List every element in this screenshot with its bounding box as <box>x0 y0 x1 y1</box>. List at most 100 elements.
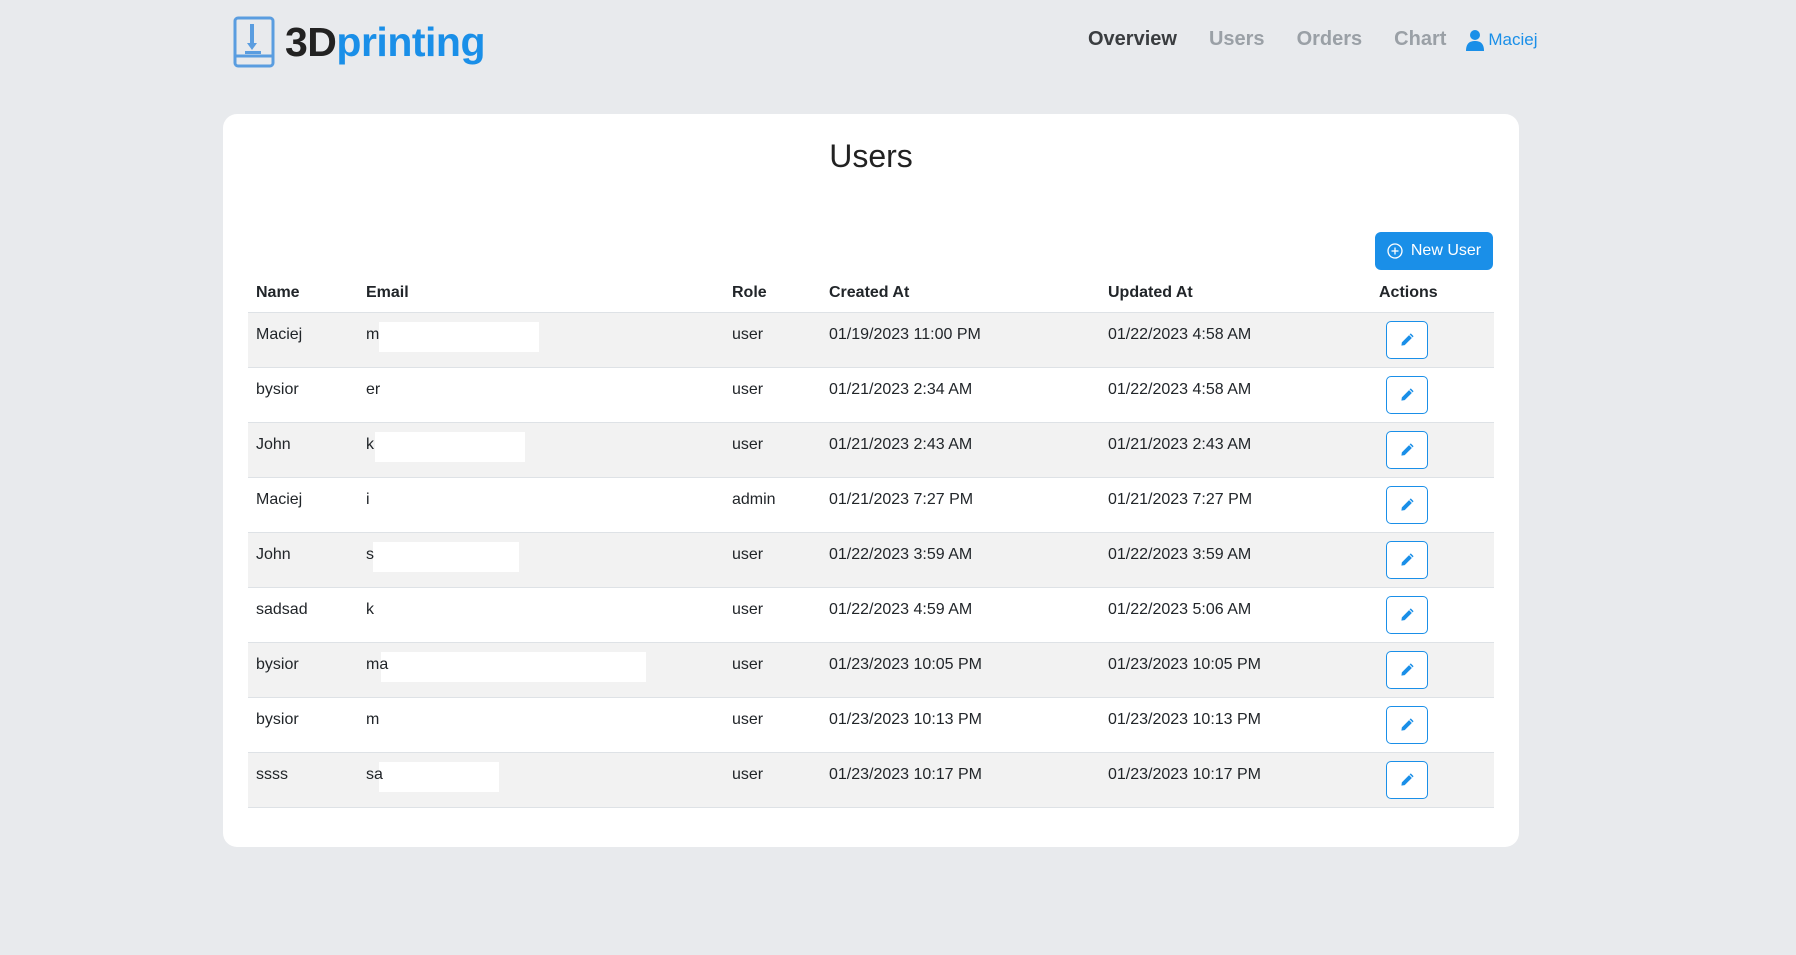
pencil-icon <box>1400 388 1414 401</box>
cell-name: bysior <box>248 697 358 753</box>
pencil-icon <box>1400 608 1414 621</box>
cell-created-at: 01/22/2023 3:59 AM <box>821 532 1100 588</box>
cell-name: John <box>248 532 358 588</box>
cell-updated-at: 01/22/2023 5:06 AM <box>1100 587 1379 643</box>
edit-user-button[interactable] <box>1386 650 1428 689</box>
cell-name: ssss <box>248 752 358 808</box>
email-text: m <box>366 325 380 343</box>
cell-created-at: 01/23/2023 10:17 PM <box>821 752 1100 808</box>
header-role: Role <box>724 274 821 313</box>
cell-email: s <box>358 532 724 588</box>
printer-logo-icon <box>233 16 275 68</box>
new-user-label: New User <box>1410 242 1482 259</box>
redaction-box <box>379 761 499 792</box>
cell-created-at: 01/21/2023 2:34 AM <box>821 367 1100 423</box>
cell-actions <box>1379 477 1494 533</box>
new-user-button[interactable]: New User <box>1375 232 1493 270</box>
edit-user-button[interactable] <box>1386 375 1428 414</box>
cell-name: bysior <box>248 367 358 423</box>
cell-name: Maciej <box>248 312 358 368</box>
plus-circle-icon <box>1387 243 1403 259</box>
table-row: John k user 01/21/2023 2:43 AM 01/21/2023 2:… <box>248 422 1494 478</box>
cell-actions <box>1379 642 1494 698</box>
redaction-box <box>379 321 539 352</box>
cell-actions <box>1379 587 1494 643</box>
email-text: k <box>366 435 374 453</box>
cell-role: user <box>724 642 821 698</box>
email-text: m <box>366 710 380 728</box>
cell-updated-at: 01/22/2023 3:59 AM <box>1100 532 1379 588</box>
cell-created-at: 01/22/2023 4:59 AM <box>821 587 1100 643</box>
user-name: Maciej <box>1488 29 1538 49</box>
nav-users[interactable]: Users <box>1209 28 1265 51</box>
cell-actions <box>1379 697 1494 753</box>
cell-actions <box>1379 752 1494 808</box>
edit-user-button[interactable] <box>1386 760 1428 799</box>
table-row: bysior er user 01/21/2023 2:34 AM 01/22/2023… <box>248 367 1494 423</box>
cell-email: ma <box>358 642 724 698</box>
edit-user-button[interactable] <box>1386 430 1428 469</box>
user-icon <box>1466 29 1485 51</box>
table-header-row: Name Email Role Created At Updated At Ac… <box>248 274 1494 313</box>
cell-updated-at: 01/23/2023 10:05 PM <box>1100 642 1379 698</box>
table-row: sadsad k user 01/22/2023 4:59 AM 01/22/2023 … <box>248 587 1494 643</box>
cell-updated-at: 01/21/2023 2:43 AM <box>1100 422 1379 478</box>
cell-role: user <box>724 532 821 588</box>
email-text: k <box>366 600 374 618</box>
header-name: Name <box>248 274 358 313</box>
redaction-box <box>375 596 545 627</box>
cell-updated-at: 01/21/2023 7:27 PM <box>1100 477 1379 533</box>
edit-user-button[interactable] <box>1386 540 1428 579</box>
cell-updated-at: 01/23/2023 10:13 PM <box>1100 697 1379 753</box>
brand-name: 3Dprinting <box>285 18 485 65</box>
cell-email: m <box>358 697 724 753</box>
table-row: John s user 01/22/2023 3:59 AM 01/22/2023 3:… <box>248 532 1494 588</box>
edit-user-button[interactable] <box>1386 595 1428 634</box>
cell-updated-at: 01/22/2023 4:58 AM <box>1100 312 1379 368</box>
header-email: Email <box>358 274 724 313</box>
nav-orders[interactable]: Orders <box>1297 28 1363 51</box>
cell-created-at: 01/21/2023 2:43 AM <box>821 422 1100 478</box>
users-table: Name Email Role Created At Updated At Ac… <box>248 274 1494 808</box>
header-created-at: Created At <box>821 274 1100 313</box>
pencil-icon <box>1400 773 1414 786</box>
pencil-icon <box>1400 663 1414 676</box>
navbar: 3Dprinting Overview Users Orders Chart M… <box>0 0 1796 84</box>
cell-email: sa <box>358 752 724 808</box>
header-actions: Actions <box>1379 274 1494 313</box>
cell-updated-at: 01/22/2023 4:58 AM <box>1100 367 1379 423</box>
table-row: bysior m user 01/23/2023 10:13 PM 01/23/2023… <box>248 697 1494 753</box>
pencil-icon <box>1400 498 1414 511</box>
cell-actions <box>1379 367 1494 423</box>
redaction-box <box>375 431 525 462</box>
pencil-icon <box>1400 443 1414 456</box>
edit-user-button[interactable] <box>1386 485 1428 524</box>
brand[interactable]: 3Dprinting <box>233 16 485 68</box>
cell-name: Maciej <box>248 477 358 533</box>
redaction-box <box>372 486 532 517</box>
users-card: Users New User Name Email Role Created A… <box>223 114 1519 847</box>
user-menu[interactable]: Maciej <box>1466 29 1538 51</box>
cell-name: bysior <box>248 642 358 698</box>
cell-email: k <box>358 422 724 478</box>
page-title: Users <box>829 138 913 174</box>
edit-user-button[interactable] <box>1386 320 1428 359</box>
nav-chart[interactable]: Chart <box>1394 28 1446 51</box>
cell-email: i <box>358 477 724 533</box>
cell-actions <box>1379 532 1494 588</box>
edit-user-button[interactable] <box>1386 705 1428 744</box>
email-text: sa <box>366 765 383 783</box>
cell-actions <box>1379 312 1494 368</box>
cell-role: user <box>724 422 821 478</box>
main-nav: Overview Users Orders Chart Maciej <box>1088 28 1538 51</box>
pencil-icon <box>1400 553 1414 566</box>
nav-overview[interactable]: Overview <box>1088 28 1177 51</box>
cell-role: user <box>724 312 821 368</box>
cell-created-at: 01/23/2023 10:13 PM <box>821 697 1100 753</box>
cell-email: m <box>358 312 724 368</box>
email-text: ma <box>366 655 389 673</box>
redaction-box <box>381 651 646 682</box>
email-text: er <box>366 380 381 398</box>
cell-role: user <box>724 752 821 808</box>
cell-role: admin <box>724 477 821 533</box>
